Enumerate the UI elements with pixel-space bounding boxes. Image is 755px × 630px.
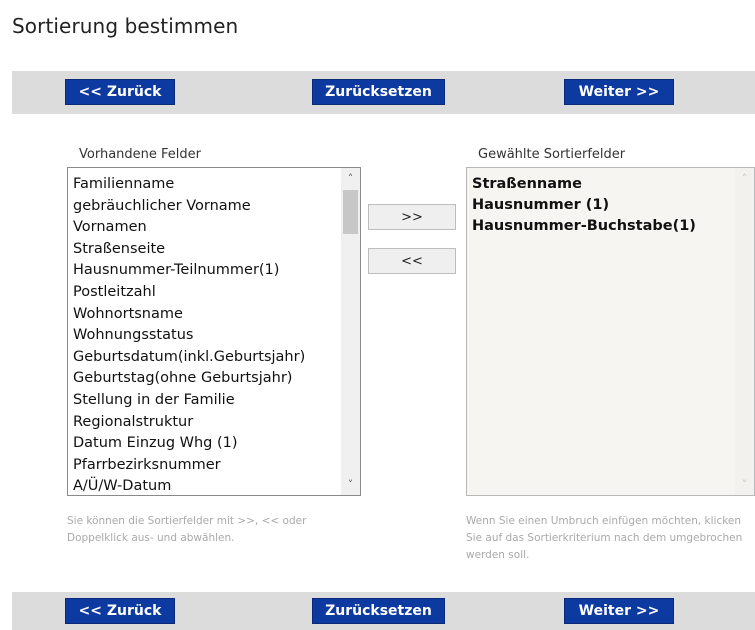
available-field-item[interactable]: Regionalstruktur — [73, 412, 305, 434]
available-field-item[interactable]: Familienname — [73, 174, 305, 196]
reset-button[interactable]: Zurücksetzen — [312, 598, 445, 624]
available-field-item[interactable]: Pfarrbezirksnummer — [73, 455, 305, 477]
next-button[interactable]: Weiter >> — [564, 598, 674, 624]
sort-dialog: Sortierung bestimmen << Zurück Zurückset… — [0, 0, 755, 630]
selected-fields-label: Gewählte Sortierfelder — [478, 147, 626, 162]
available-fields-label: Vorhandene Felder — [79, 147, 201, 162]
available-field-item[interactable]: Stellung in der Familie — [73, 390, 305, 412]
available-list-scrollbar[interactable]: ˄ ˅ — [341, 168, 360, 495]
next-button[interactable]: Weiter >> — [564, 79, 674, 105]
selected-field-item[interactable]: Hausnummer (1) — [472, 195, 696, 216]
scrollbar-thumb[interactable] — [343, 190, 358, 234]
available-field-item[interactable]: Straßenseite — [73, 239, 305, 261]
chevron-down-icon[interactable]: ˅ — [341, 476, 360, 493]
chevron-down-icon[interactable]: ˅ — [735, 476, 754, 493]
page-title: Sortierung bestimmen — [12, 14, 239, 38]
available-help-text: Sie können die Sortierfelder mit >>, << … — [67, 515, 307, 544]
available-field-item[interactable]: Postleitzahl — [73, 282, 305, 304]
selected-field-item[interactable]: Straßenname — [472, 174, 696, 195]
chevron-up-icon[interactable]: ˄ — [341, 170, 360, 187]
available-field-item[interactable]: Wohnortsname — [73, 304, 305, 326]
selected-field-item[interactable]: Hausnummer-Buchstabe(1) — [472, 216, 696, 237]
available-field-item[interactable]: Datum Einzug Whg (1) — [73, 433, 305, 455]
bottom-button-bar: << Zurück Zurücksetzen Weiter >> — [12, 592, 755, 630]
available-field-item[interactable]: gebräuchlicher Vorname — [73, 196, 305, 218]
remove-field-button[interactable]: << — [368, 248, 456, 274]
chevron-up-icon[interactable]: ˄ — [735, 170, 754, 187]
reset-button[interactable]: Zurücksetzen — [312, 79, 445, 105]
selected-list-scrollbar[interactable]: ˄ ˅ — [735, 168, 754, 495]
add-field-button[interactable]: >> — [368, 204, 456, 230]
available-field-item[interactable]: Wohnungsstatus — [73, 325, 305, 347]
top-button-bar: << Zurück Zurücksetzen Weiter >> — [12, 71, 755, 114]
selected-help-text: Wenn Sie einen Umbruch einfügen möchten,… — [466, 515, 743, 561]
available-field-item[interactable]: A/Ü/W-Datum — [73, 476, 305, 495]
available-fields-list[interactable]: Familienname gebräuchlicher Vorname Vorn… — [67, 167, 361, 496]
back-button[interactable]: << Zurück — [65, 79, 175, 105]
available-field-item[interactable]: Geburtstag(ohne Geburtsjahr) — [73, 368, 305, 390]
back-button[interactable]: << Zurück — [65, 598, 175, 624]
available-field-item[interactable]: Vornamen — [73, 217, 305, 239]
selected-fields-list[interactable]: Straßenname Hausnummer (1) Hausnummer-Bu… — [466, 167, 755, 496]
available-field-item[interactable]: Geburtsdatum(inkl.Geburtsjahr) — [73, 347, 305, 369]
available-field-item[interactable]: Hausnummer-Teilnummer(1) — [73, 260, 305, 282]
